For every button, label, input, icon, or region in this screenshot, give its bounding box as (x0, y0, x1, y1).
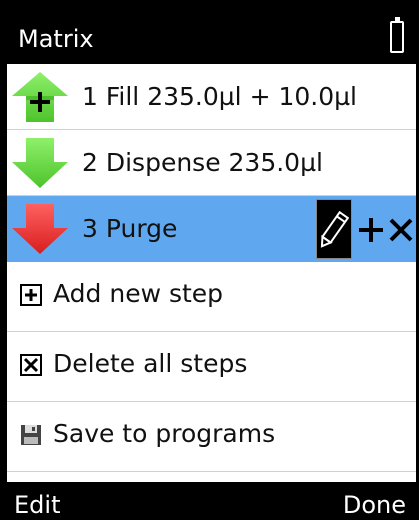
delete-all-steps-item[interactable]: Delete all steps (7, 332, 416, 402)
save-icon (21, 425, 41, 445)
x-box-icon (20, 354, 42, 376)
plus-box-icon (20, 284, 42, 306)
step-label: 2 Dispense 235.0µl (82, 148, 323, 177)
title-bar: Matrix (7, 15, 416, 64)
step-label: 1 Fill 235.0µl + 10.0µl (82, 82, 357, 111)
close-icon[interactable] (386, 215, 416, 245)
app-title: Matrix (18, 25, 94, 53)
step-row-3[interactable]: 3 Purge (7, 196, 416, 262)
action-label: Add new step (53, 279, 224, 308)
softkey-bar: Edit Done (7, 482, 416, 520)
edit-step-button[interactable] (316, 199, 352, 259)
action-label: Save to programs (53, 419, 276, 448)
battery-icon (390, 17, 404, 53)
up-arrow-add-icon (12, 72, 68, 122)
down-arrow-icon (12, 204, 68, 254)
step-row-1[interactable]: 1 Fill 235.0µl + 10.0µl (7, 64, 416, 130)
add-new-step-item[interactable]: Add new step (7, 262, 416, 332)
device-screen: Matrix 1 Fill 235.0µl + 10.0µl 2 Dispens… (7, 15, 416, 520)
plus-icon[interactable] (356, 215, 386, 245)
action-label: Delete all steps (53, 349, 248, 378)
step-row-2[interactable]: 2 Dispense 235.0µl (7, 130, 416, 196)
edit-softkey[interactable]: Edit (14, 490, 60, 520)
step-label: 3 Purge (82, 214, 178, 243)
down-arrow-icon (12, 138, 68, 188)
done-softkey[interactable]: Done (343, 490, 406, 520)
save-to-programs-item[interactable]: Save to programs (7, 402, 416, 472)
pencil-icon (320, 210, 350, 248)
